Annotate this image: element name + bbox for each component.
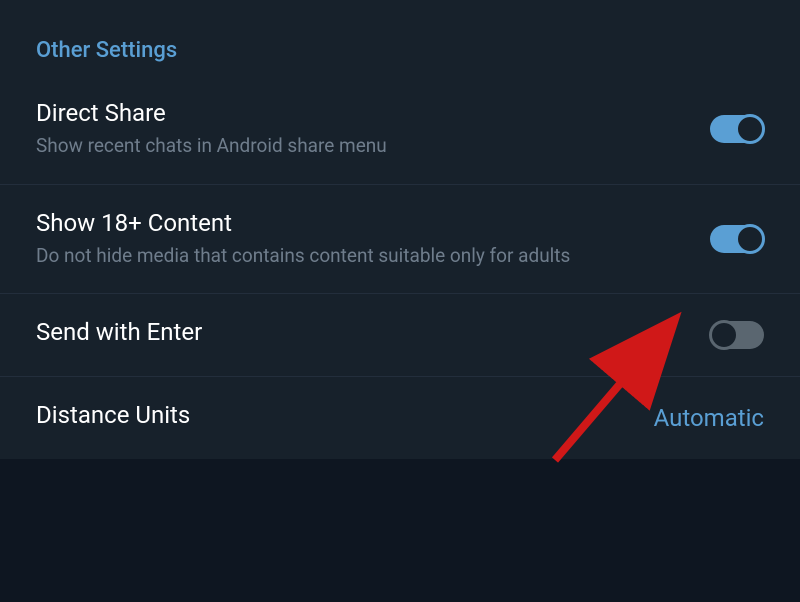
- show-18plus-text: Show 18+ Content Do not hide media that …: [36, 209, 710, 270]
- toggle-knob-icon: [735, 224, 765, 254]
- toggle-knob-icon: [709, 320, 739, 350]
- send-with-enter-title: Send with Enter: [36, 318, 690, 346]
- send-with-enter-row[interactable]: Send with Enter: [0, 294, 800, 377]
- distance-units-row[interactable]: Distance Units Automatic: [0, 377, 800, 459]
- toggle-knob-icon: [735, 114, 765, 144]
- direct-share-row[interactable]: Direct Share Show recent chats in Androi…: [0, 75, 800, 185]
- show-18plus-toggle[interactable]: [710, 225, 764, 253]
- distance-units-text: Distance Units: [36, 401, 654, 435]
- show-18plus-title: Show 18+ Content: [36, 209, 690, 237]
- distance-units-title: Distance Units: [36, 401, 634, 429]
- send-with-enter-text: Send with Enter: [36, 318, 710, 352]
- direct-share-text: Direct Share Show recent chats in Androi…: [36, 99, 710, 160]
- settings-section: Other Settings Direct Share Show recent …: [0, 14, 800, 459]
- show-18plus-description: Do not hide media that contains content …: [36, 243, 690, 270]
- direct-share-description: Show recent chats in Android share menu: [36, 133, 690, 160]
- direct-share-toggle[interactable]: [710, 115, 764, 143]
- show-18plus-row[interactable]: Show 18+ Content Do not hide media that …: [0, 185, 800, 295]
- send-with-enter-toggle[interactable]: [710, 321, 764, 349]
- direct-share-title: Direct Share: [36, 99, 690, 127]
- distance-units-value: Automatic: [654, 404, 764, 432]
- section-header: Other Settings: [0, 14, 800, 75]
